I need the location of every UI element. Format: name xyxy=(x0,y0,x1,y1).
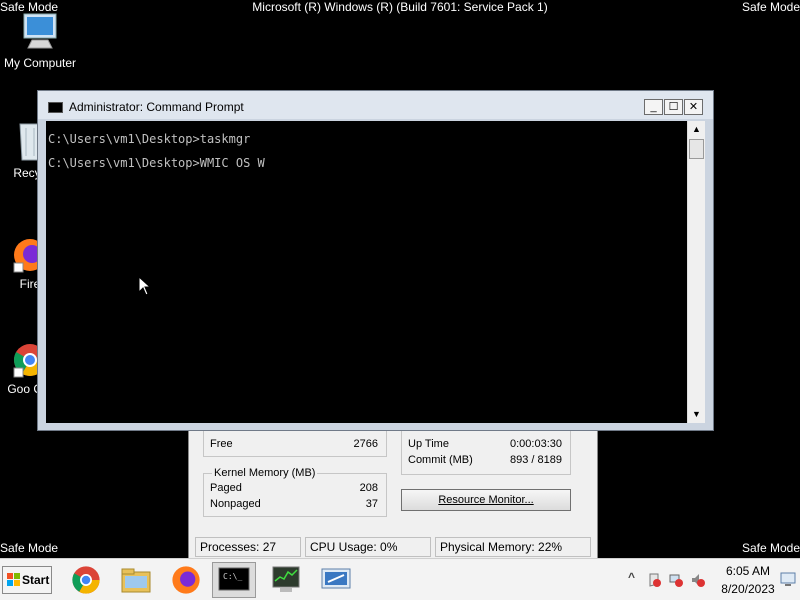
close-button[interactable]: ✕ xyxy=(684,99,703,115)
desktop-icon-my-computer[interactable]: My Computer xyxy=(0,10,80,70)
status-processes: Processes: 27 xyxy=(195,537,301,557)
kernel-paged-row: Paged 208 xyxy=(210,482,378,494)
desktop-icon-label: My Computer xyxy=(3,56,77,70)
console-output[interactable]: C:\Users\vm1\Desktop>taskmgr C:\Users\vm… xyxy=(46,121,687,423)
firefox-icon xyxy=(172,566,200,594)
console-line: C:\Users\vm1\Desktop>taskmgr xyxy=(48,132,251,146)
safe-mode-label-bottom-right: Safe Mode xyxy=(741,541,800,555)
window-title: Administrator: Command Prompt xyxy=(69,100,244,114)
console-line-current[interactable]: C:\Users\vm1\Desktop>WMIC OS W xyxy=(48,156,265,170)
minimize-button[interactable]: _ xyxy=(644,99,663,115)
clock-time[interactable]: 6:05 AM xyxy=(718,564,778,578)
os-build-title: Microsoft (R) Windows (R) (Build 7601: S… xyxy=(252,0,548,14)
maximize-button[interactable]: ☐ xyxy=(664,99,683,115)
taskbar-firefox[interactable] xyxy=(164,562,208,598)
volume-muted-icon[interactable] xyxy=(690,572,706,588)
mouse-cursor-icon xyxy=(138,276,152,296)
windows-flag-icon xyxy=(7,573,20,586)
action-center-icon[interactable] xyxy=(646,572,662,588)
kernel-memory-legend: Kernel Memory (MB) xyxy=(212,467,318,479)
remote-desktop-icon xyxy=(321,568,351,589)
safe-mode-label-bottom-left: Safe Mode xyxy=(0,541,59,555)
taskbar-task-manager[interactable] xyxy=(264,562,308,598)
taskbar-command-prompt[interactable]: C:\_ xyxy=(212,562,256,598)
taskbar-remote-desktop[interactable] xyxy=(314,562,358,598)
taskbar: Start C:\_ ^ 6:05 AM 8/20/2023 xyxy=(0,558,800,600)
vertical-scrollbar[interactable]: ▲ ▼ xyxy=(687,121,705,423)
desktop: Safe Mode Safe Mode Microsoft (R) Window… xyxy=(0,0,800,600)
show-hidden-icons-chevron-icon[interactable]: ^ xyxy=(628,570,635,584)
system-uptime-row: Up Time 0:00:03:30 xyxy=(408,438,562,450)
network-icon[interactable] xyxy=(668,572,684,588)
kernel-memory-group: Kernel Memory (MB) Paged 208 Nonpaged 37 xyxy=(203,467,387,517)
status-physical-memory: Physical Memory: 22% xyxy=(435,537,591,557)
status-cpu-usage: CPU Usage: 0% xyxy=(305,537,431,557)
computer-icon xyxy=(23,13,57,49)
system-commit-row: Commit (MB) 893 / 8189 xyxy=(408,454,562,466)
task-manager-window[interactable]: Available 3179 Free 2766 Kernel Memory (… xyxy=(188,413,598,560)
scroll-down-arrow-icon[interactable]: ▼ xyxy=(688,406,705,423)
start-button[interactable]: Start xyxy=(2,566,52,594)
window-title-bar[interactable]: Administrator: Command Prompt _ ☐ ✕ xyxy=(38,91,713,119)
command-prompt-window[interactable]: Administrator: Command Prompt _ ☐ ✕ C:\U… xyxy=(37,90,714,431)
scroll-thumb[interactable] xyxy=(689,139,704,159)
resource-monitor-button[interactable]: Resource Monitor... xyxy=(401,489,571,511)
command-prompt-icon: C:\_ xyxy=(218,567,250,591)
chrome-icon xyxy=(72,566,100,594)
mem-free-row: Free 2766 xyxy=(210,438,378,450)
task-manager-icon xyxy=(272,566,300,592)
file-explorer-icon xyxy=(121,568,151,593)
clock-date[interactable]: 8/20/2023 xyxy=(718,582,778,596)
taskbar-file-explorer[interactable] xyxy=(114,562,158,598)
scroll-up-arrow-icon[interactable]: ▲ xyxy=(688,121,705,138)
taskbar-chrome[interactable] xyxy=(64,562,108,598)
svg-text:C:\_: C:\_ xyxy=(223,572,242,581)
task-manager-status-bar: Processes: 27 CPU Usage: 0% Physical Mem… xyxy=(193,537,595,557)
kernel-nonpaged-row: Nonpaged 37 xyxy=(210,498,378,510)
show-desktop-icon[interactable] xyxy=(780,571,796,587)
command-prompt-icon xyxy=(48,102,63,113)
system-tray: ^ 6:05 AM 8/20/2023 xyxy=(622,559,800,600)
